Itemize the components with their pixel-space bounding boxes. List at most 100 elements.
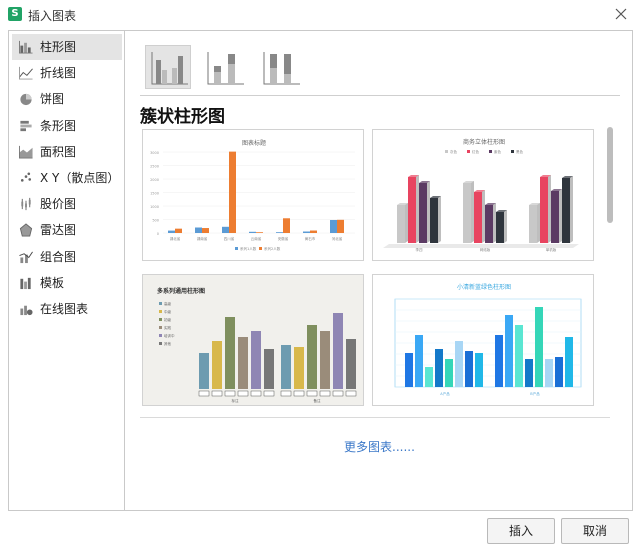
wps-app-icon: S	[8, 7, 22, 21]
sidebar-item-label: 组合图	[40, 249, 77, 264]
multi-series-column-preview: 多系列通用柱形图 高级中级初级实践培训中其他标注 备注	[157, 287, 357, 403]
sidebar-item-label: 股价图	[40, 197, 77, 212]
bar-3d-side	[438, 196, 441, 243]
y-tick-label: 0	[157, 232, 159, 236]
bar-3d	[485, 205, 493, 243]
stacked-column-subtype[interactable]	[201, 45, 247, 89]
stock-chart-icon	[21, 198, 31, 211]
sidebar-item-area-chart[interactable]: 面积图	[12, 139, 122, 165]
sidebar-item-label: 在线图表	[40, 301, 89, 316]
bar	[535, 307, 543, 387]
legend-swatch	[159, 318, 162, 321]
legend-swatch	[159, 302, 162, 305]
bar-3d	[551, 191, 559, 243]
sidebar-item-pie-chart[interactable]: 饼图	[12, 86, 122, 112]
percent-stacked-column-icon	[263, 52, 300, 85]
insert-button[interactable]: 插入	[487, 518, 555, 544]
bar-3d	[463, 183, 471, 243]
sidebar-item-bar-chart[interactable]: 条形图	[12, 113, 122, 139]
x-tick-label: 四川省	[224, 236, 235, 241]
bar-3d	[419, 183, 427, 243]
bar	[515, 325, 523, 387]
legend-label: 灰色	[450, 149, 458, 154]
card3-title: 多系列通用柱形图	[157, 287, 205, 295]
y-tick-label: 2500	[150, 165, 159, 169]
legend-label: 红色	[472, 149, 480, 154]
legend-label: 紫色	[494, 149, 502, 154]
basic-column-preview: 图表标题 3000 2500 2000 1500 1000 500 0 湖北省 湖南省 四川省 云南…	[150, 139, 355, 251]
sidebar-item-template[interactable]: 模板	[12, 270, 122, 296]
bar	[320, 331, 330, 389]
scatter-chart-icon	[20, 172, 32, 182]
legend-swatch	[159, 310, 162, 313]
bar	[465, 351, 473, 387]
bar-3d-side	[416, 175, 419, 243]
bar-3d-side	[482, 190, 485, 243]
bar-3d-side	[427, 181, 430, 243]
sidebar-item-stock-chart[interactable]: 股价图	[12, 191, 122, 217]
sidebar-item-label: 柱形图	[40, 40, 77, 54]
value-tag	[332, 390, 344, 397]
sidebar-item-label: 折线图	[40, 66, 77, 81]
bar-chart-icon	[20, 120, 32, 131]
y-tick-label: 1500	[150, 192, 159, 196]
legend-swatch	[159, 334, 162, 337]
bar	[545, 359, 553, 387]
x-tick-label: 黄石市	[305, 236, 316, 241]
sidebar-item-combo-chart[interactable]: 组合图	[12, 244, 122, 270]
sidebar-item-label: 模板	[40, 275, 65, 290]
category-label: 备注	[314, 398, 322, 403]
stacked-column-icon	[207, 52, 244, 85]
bar-3d-side	[548, 175, 551, 243]
legend-swatch	[511, 150, 514, 153]
bar	[346, 339, 356, 389]
bar	[294, 347, 304, 389]
percent-stacked-column-subtype[interactable]	[257, 45, 303, 89]
value-tag	[250, 390, 262, 397]
bar-3d	[408, 177, 416, 243]
legend-label: 其他	[164, 341, 171, 346]
bar-series1	[276, 232, 283, 233]
sidebar-item-online-chart[interactable]: 在线图表	[12, 296, 122, 322]
preview-card-basic[interactable]: 图表标题 3000 2500 2000 1500 1000 500 0 湖北省 湖南省 四川省 云南…	[142, 129, 364, 261]
cancel-button[interactable]: 取消	[561, 518, 629, 544]
bar	[415, 335, 423, 387]
sidebar-item-line-chart[interactable]: 折线图	[12, 60, 122, 86]
bar-3d	[496, 212, 504, 243]
bar-3d-side	[471, 181, 474, 243]
value-tag	[319, 390, 331, 397]
more-charts-link[interactable]: 更多图表......	[344, 438, 415, 455]
value-tag	[224, 390, 236, 397]
bar	[455, 341, 463, 387]
bar	[333, 313, 343, 389]
pie-chart-icon	[20, 94, 32, 106]
bar-series2	[283, 218, 290, 233]
legend-label: 培训中	[164, 333, 175, 338]
clustered-column-subtype[interactable]	[145, 45, 191, 89]
column-chart-icon	[18, 40, 33, 54]
x-tick-label: 安徽省	[278, 236, 289, 241]
bar-3d	[529, 205, 537, 243]
bar	[475, 353, 483, 387]
legend-label: 系列2人数	[264, 246, 281, 251]
sidebar-item-scatter-chart[interactable]: X Y（散点图）	[12, 165, 122, 191]
bar	[435, 349, 443, 387]
legend-swatch	[467, 150, 470, 153]
sidebar-item-column-chart[interactable]: 柱形图	[12, 34, 122, 61]
x-tick-label: 湖北省	[170, 236, 181, 241]
preview-card-multi-series[interactable]: 多系列通用柱形图 高级 中级 初级 实践 培训中 其他 标注 备注	[142, 274, 364, 406]
close-icon[interactable]	[611, 4, 631, 24]
radar-chart-icon	[19, 223, 33, 237]
gallery-scrollbar[interactable]	[607, 127, 613, 223]
bar-series2	[337, 219, 344, 233]
subtype-divider	[140, 95, 620, 96]
bar-3d	[430, 198, 438, 243]
value-tag	[345, 390, 357, 397]
sidebar-item-radar-chart[interactable]: 雷达图	[12, 217, 122, 243]
bar-3d-side	[504, 210, 507, 243]
legend-swatch	[235, 247, 238, 250]
preview-card-fresh-blue-green[interactable]: 小清新蓝绿色柱形图 A产品 B产品	[372, 274, 594, 406]
preview-card-business-3d[interactable]: 商务立体柱形图 灰色 红色 紫色 黑色 李四 网络版 单机版	[372, 129, 594, 261]
online-chart-icon	[20, 305, 33, 315]
category-label: A产品	[440, 391, 450, 396]
